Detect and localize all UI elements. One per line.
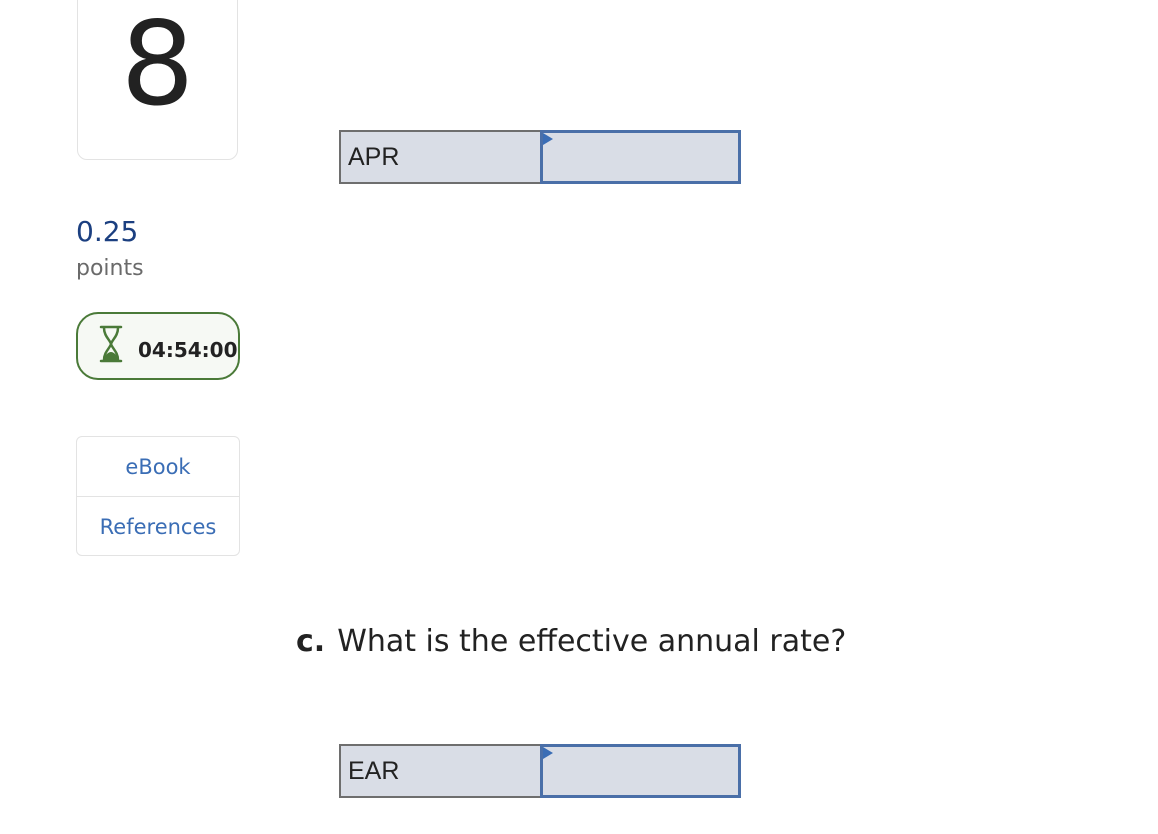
timer-badge: 04:54:00 <box>76 312 240 380</box>
ear-answer-row: EAR <box>339 744 741 798</box>
question-c: c. What is the effective annual rate? <box>296 622 846 662</box>
ear-label: EAR <box>339 744 540 798</box>
question-text: What is the effective annual rate? <box>337 624 847 659</box>
timer-text: 04:54:00 <box>138 338 238 362</box>
hourglass-icon <box>98 324 124 364</box>
ear-input[interactable] <box>540 744 741 798</box>
question-number-card: 8 <box>77 0 238 160</box>
references-link[interactable]: References <box>77 496 239 556</box>
resources-panel: eBook References <box>76 436 240 556</box>
ebook-link[interactable]: eBook <box>77 437 239 496</box>
question-page: 8 0.25 points 04:54:00 eBook References … <box>0 0 1158 834</box>
apr-input[interactable] <box>540 130 741 184</box>
question-letter: c. <box>296 624 326 659</box>
question-number: 8 <box>120 0 195 132</box>
apr-answer-row: APR <box>339 130 741 184</box>
apr-input-wrap <box>540 130 741 184</box>
apr-label: APR <box>339 130 540 184</box>
points-value: 0.25 <box>76 215 139 248</box>
points-label: points <box>76 256 144 281</box>
ear-input-wrap <box>540 744 741 798</box>
